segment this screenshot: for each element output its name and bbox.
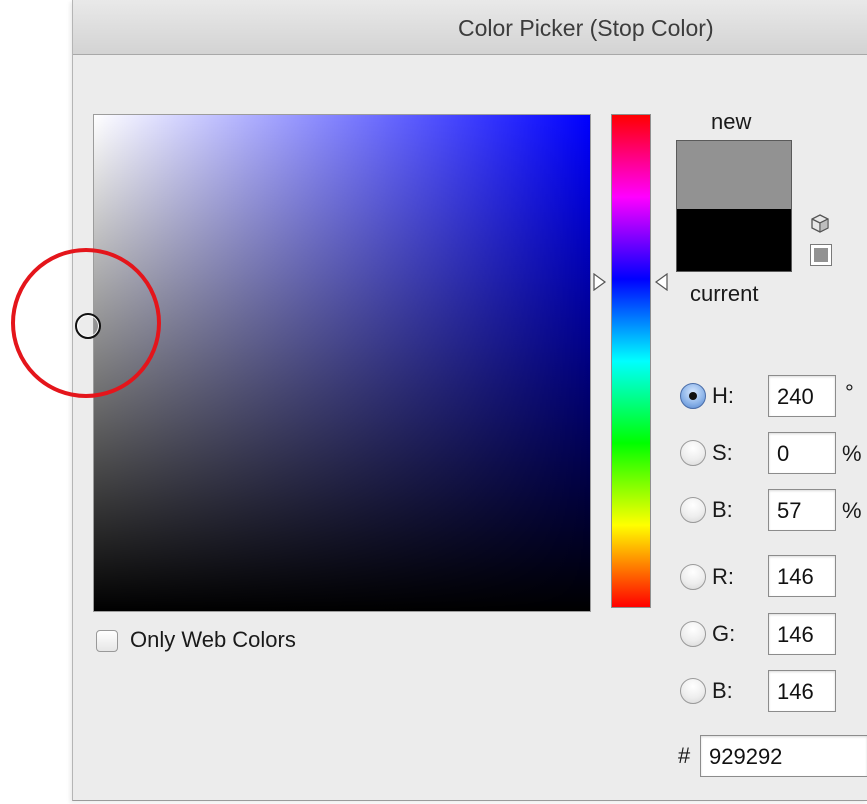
color-field-cursor[interactable]	[75, 313, 101, 339]
saturation-label: S:	[712, 440, 733, 465]
hue-slider-right-arrow-icon[interactable]	[654, 273, 668, 291]
only-web-colors-label: Only Web Colors	[130, 627, 296, 652]
cube-icon[interactable]	[809, 213, 831, 235]
websafe-swatch-icon[interactable]	[810, 244, 832, 266]
color-field[interactable]	[93, 114, 591, 612]
blue-input[interactable]: 146	[768, 670, 836, 712]
hue-slider[interactable]	[611, 114, 651, 608]
brightness-radio[interactable]	[680, 497, 706, 523]
current-color-swatch[interactable]	[677, 208, 791, 271]
color-picker-window: Color Picker (Stop Color) new current H:…	[72, 0, 867, 801]
blue-radio[interactable]	[680, 678, 706, 704]
color-swatch-preview	[676, 140, 792, 272]
red-radio[interactable]	[680, 564, 706, 590]
current-swatch-label: current	[690, 281, 759, 306]
brightness-input[interactable]: 57	[768, 489, 836, 531]
red-label: R:	[712, 564, 734, 589]
hue-unit: °	[845, 380, 854, 405]
hue-radio[interactable]	[680, 383, 706, 409]
title-bar[interactable]: Color Picker (Stop Color)	[73, 0, 867, 55]
hex-input[interactable]: 929292	[700, 735, 867, 777]
saturation-unit: %	[842, 441, 862, 466]
new-swatch-label: new	[711, 109, 752, 134]
saturation-radio[interactable]	[680, 440, 706, 466]
saturation-input[interactable]: 0	[768, 432, 836, 474]
hex-prefix: #	[678, 743, 691, 768]
blue-label: B:	[712, 678, 733, 703]
brightness-unit: %	[842, 498, 862, 523]
hue-input[interactable]: 240	[768, 375, 836, 417]
only-web-colors-checkbox[interactable]	[96, 630, 118, 652]
green-input[interactable]: 146	[768, 613, 836, 655]
websafe-swatch-fill	[814, 248, 828, 262]
green-label: G:	[712, 621, 736, 646]
brightness-label: B:	[712, 497, 733, 522]
green-radio[interactable]	[680, 621, 706, 647]
hue-slider-left-arrow-icon[interactable]	[593, 273, 607, 291]
window-title: Color Picker (Stop Color)	[458, 15, 714, 41]
hue-label: H:	[712, 383, 734, 408]
new-color-swatch	[677, 141, 791, 209]
red-input[interactable]: 146	[768, 555, 836, 597]
